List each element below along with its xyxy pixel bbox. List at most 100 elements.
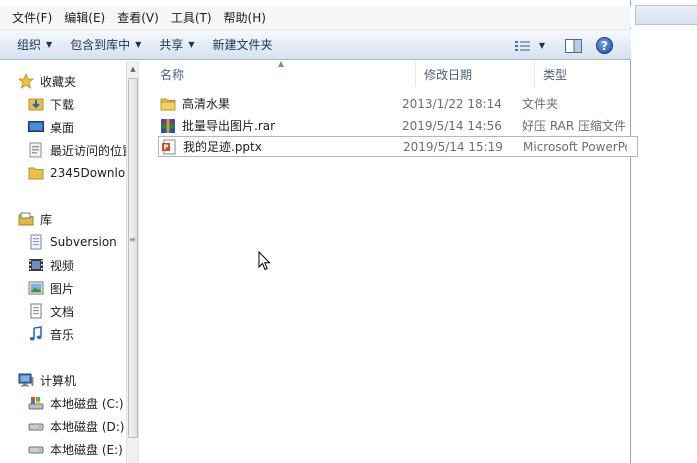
nav-2345downloads-label: 2345Downloads xyxy=(50,166,126,180)
file-name: 高清水果 xyxy=(182,97,231,111)
nav-music[interactable]: 音乐 xyxy=(28,323,74,345)
nav-favorites-label: 收藏夹 xyxy=(40,74,77,89)
file-type: 文件夹 xyxy=(522,97,559,111)
share-label: 共享 xyxy=(159,38,184,52)
nav-drive-c-label: 本地磁盘 (C:) xyxy=(50,396,124,411)
file-name: 批量导出图片.rar xyxy=(182,119,276,133)
nav-desktop[interactable]: 桌面 xyxy=(28,116,74,138)
file-list: 名称 ▲ 修改日期 类型 高清水果 2013/1/22 18:14 文件夹 批量… xyxy=(140,59,638,463)
file-row[interactable]: 高清水果 2013/1/22 18:14 文件夹 xyxy=(158,93,638,114)
desktop-icon xyxy=(28,119,44,135)
command-bar: 组织 ▼ 包含到库中 ▼ 共享 ▼ 新建文件夹 ▼ ? xyxy=(0,29,631,60)
hard-drive-icon xyxy=(28,418,44,434)
document-icon xyxy=(28,303,44,319)
file-name: 我的足迹.pptx xyxy=(183,140,262,154)
nav-downloads-label: 下载 xyxy=(50,97,75,112)
menu-view[interactable]: 查看(V) xyxy=(111,7,165,28)
nav-videos-label: 视频 xyxy=(50,258,75,273)
organize-label: 组织 xyxy=(17,38,42,52)
menu-edit[interactable]: 编辑(E) xyxy=(58,7,111,28)
column-name-label: 名称 xyxy=(160,67,185,82)
file-type: 好压 RAR 压缩文件 xyxy=(522,119,626,133)
file-date: 2013/1/22 18:14 xyxy=(402,96,502,111)
column-modified-label: 修改日期 xyxy=(424,67,473,82)
menu-help[interactable]: 帮助(H) xyxy=(218,7,272,28)
chevron-down-icon: ▼ xyxy=(46,40,53,49)
navigation-pane: 收藏夹 下载 桌面 最近访问的位置 2345Downloads xyxy=(0,61,126,463)
nav-drive-c[interactable]: 本地磁盘 (C:) xyxy=(28,392,124,414)
menu-bar: 文件(F) 编辑(E) 查看(V) 工具(T) 帮助(H) xyxy=(0,6,631,28)
nav-libraries-label: 库 xyxy=(40,212,53,227)
powerpoint-file-icon: P xyxy=(161,139,177,155)
nav-libraries[interactable]: 库 xyxy=(18,208,52,230)
rar-archive-icon xyxy=(160,118,176,134)
details-view-icon xyxy=(514,40,530,51)
nav-pictures-label: 图片 xyxy=(50,281,75,296)
menu-file[interactable]: 文件(F) xyxy=(6,7,58,28)
system-drive-icon xyxy=(28,395,44,411)
include-in-library-button[interactable]: 包含到库中 ▼ xyxy=(61,33,150,57)
mouse-pointer-icon xyxy=(258,251,271,271)
command-bar-right: ▼ ? xyxy=(509,30,631,61)
column-header-row: 名称 ▲ 修改日期 类型 xyxy=(140,59,630,87)
nav-pictures[interactable]: 图片 xyxy=(28,277,74,299)
nav-drive-e[interactable]: 本地磁盘 (E:) xyxy=(28,438,123,460)
file-type: Microsoft PowerPoint xyxy=(523,139,627,154)
explorer-window: 文件(F) 编辑(E) 查看(V) 工具(T) 帮助(H) 组织 ▼ 包含到库中… xyxy=(0,0,638,463)
nav-2345downloads[interactable]: 2345Downloads xyxy=(28,162,126,184)
include-in-library-label: 包含到库中 xyxy=(70,38,131,52)
star-icon xyxy=(18,73,34,89)
column-name[interactable]: 名称 ▲ xyxy=(140,59,416,87)
nav-drive-d[interactable]: 本地磁盘 (D:) xyxy=(28,415,124,437)
nav-drive-d-label: 本地磁盘 (D:) xyxy=(50,419,125,434)
picture-icon xyxy=(28,280,44,296)
document-library-icon xyxy=(28,234,44,250)
column-modified[interactable]: 修改日期 xyxy=(416,61,535,87)
library-icon xyxy=(18,211,34,227)
chevron-down-icon: ▼ xyxy=(188,40,195,49)
scrollbar-thumb[interactable] xyxy=(128,78,138,438)
hard-drive-icon xyxy=(28,441,44,457)
nav-recent-places-label: 最近访问的位置 xyxy=(50,143,126,158)
file-date: 2019/5/14 14:56 xyxy=(402,118,502,133)
file-date: 2019/5/14 15:19 xyxy=(403,139,503,154)
folder-icon xyxy=(28,165,44,181)
help-icon[interactable]: ? xyxy=(596,37,613,54)
nav-computer-label: 计算机 xyxy=(40,373,77,388)
music-note-icon xyxy=(28,326,44,342)
nav-favorites[interactable]: 收藏夹 xyxy=(18,70,76,92)
scroll-grip-icon: ≡ xyxy=(129,235,136,244)
file-name-cell: 高清水果 xyxy=(158,95,396,112)
nav-computer[interactable]: 计算机 xyxy=(18,369,76,391)
file-row-selected[interactable]: P 我的足迹.pptx 2019/5/14 15:19 Microsoft Po… xyxy=(158,136,638,157)
share-button[interactable]: 共享 ▼ xyxy=(150,33,203,57)
file-name-cell: P 我的足迹.pptx xyxy=(159,138,397,155)
svg-text:P: P xyxy=(163,143,168,151)
recent-places-icon xyxy=(28,142,44,158)
file-name-cell: 批量导出图片.rar xyxy=(158,117,396,134)
file-row[interactable]: 批量导出图片.rar 2019/5/14 14:56 好压 RAR 压缩文件 xyxy=(158,115,638,136)
column-type[interactable]: 类型 xyxy=(535,61,630,87)
computer-icon xyxy=(18,372,34,388)
navigation-scrollbar[interactable]: ▲ ≡ xyxy=(126,61,139,463)
nav-documents-label: 文档 xyxy=(50,304,75,319)
nav-music-label: 音乐 xyxy=(50,327,75,342)
nav-documents[interactable]: 文档 xyxy=(28,300,74,322)
nav-downloads[interactable]: 下载 xyxy=(28,93,74,115)
scroll-up-icon[interactable]: ▲ xyxy=(127,62,139,76)
nav-videos[interactable]: 视频 xyxy=(28,254,74,276)
background-window-strip xyxy=(631,0,697,463)
preview-pane-button[interactable] xyxy=(559,34,588,58)
chevron-down-icon: ▼ xyxy=(135,40,142,49)
nav-recent-places[interactable]: 最近访问的位置 xyxy=(28,139,126,161)
preview-pane-icon xyxy=(565,38,582,53)
nav-subversion-label: Subversion xyxy=(50,235,117,249)
change-view-button[interactable]: ▼ xyxy=(509,34,551,58)
nav-subversion[interactable]: Subversion xyxy=(28,231,117,253)
organize-button[interactable]: 组织 ▼ xyxy=(8,33,61,57)
new-folder-label: 新建文件夹 xyxy=(212,38,273,52)
new-folder-button[interactable]: 新建文件夹 xyxy=(204,33,282,57)
nav-drive-e-label: 本地磁盘 (E:) xyxy=(50,442,123,457)
chevron-down-icon: ▼ xyxy=(538,41,545,50)
menu-tools[interactable]: 工具(T) xyxy=(165,7,218,28)
